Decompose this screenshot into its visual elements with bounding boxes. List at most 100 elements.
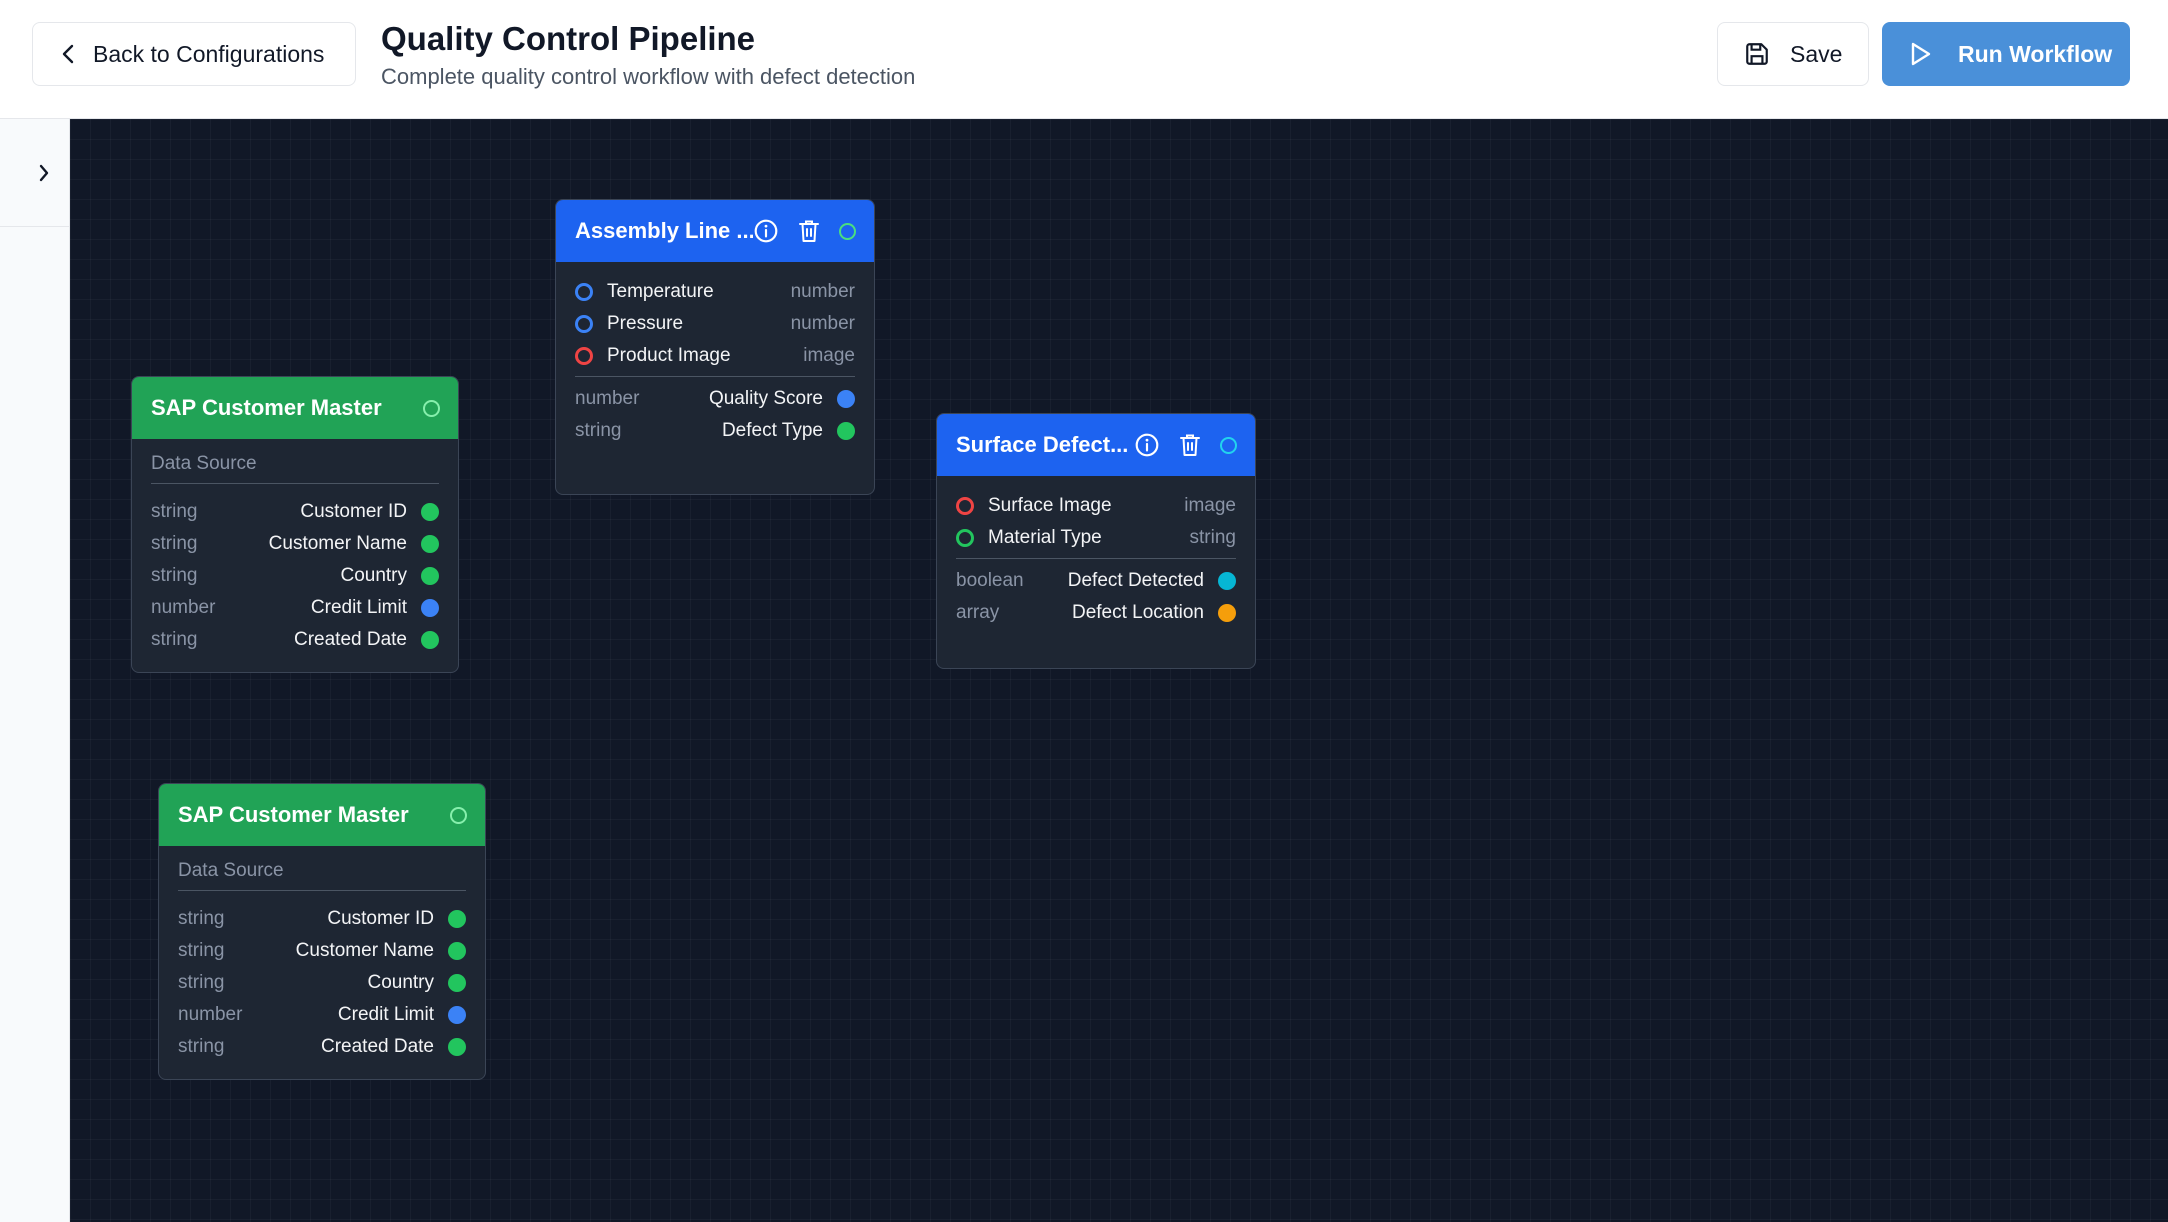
port-label: Created Date [320, 1036, 434, 1057]
output-port-handle[interactable] [1218, 572, 1236, 590]
collapsed-sidebar [0, 119, 70, 1222]
port-label: Credit Limit [310, 597, 407, 618]
page-subtitle: Complete quality control workflow with d… [381, 64, 916, 89]
port-type: number [151, 597, 216, 618]
port-label: Customer ID [327, 908, 434, 929]
output-port-handle[interactable] [448, 1038, 466, 1056]
trash-icon[interactable] [797, 218, 821, 244]
input-port-handle[interactable] [575, 315, 593, 333]
back-to-configurations-button[interactable]: Back to Configurations [32, 22, 356, 86]
save-button[interactable]: Save [1717, 22, 1869, 86]
chevron-right-icon [39, 164, 49, 182]
info-icon[interactable] [1134, 432, 1160, 458]
input-port-handle[interactable] [956, 497, 974, 515]
input-port-row: Pressure number [575, 308, 855, 340]
output-port-handle[interactable] [421, 535, 439, 553]
save-icon [1746, 43, 1768, 65]
port-label: Defect Location [1071, 602, 1204, 623]
port-type: string [178, 940, 225, 961]
output-port-row: string Customer ID [178, 903, 466, 935]
port-label: Product Image [607, 345, 731, 366]
port-label: Credit Limit [337, 1004, 434, 1025]
node-title: Surface Defect... [956, 432, 1129, 457]
output-port-handle[interactable] [837, 390, 855, 408]
output-port-handle[interactable] [837, 422, 855, 440]
port-type: string [151, 565, 198, 586]
output-port-row: string Customer Name [151, 528, 439, 560]
output-port-handle[interactable] [448, 1006, 466, 1024]
node-header[interactable]: Surface Defect... [937, 414, 1255, 476]
output-port-row: string Defect Type [575, 415, 855, 447]
output-port-handle[interactable] [448, 910, 466, 928]
port-label: Defect Detected [1067, 570, 1204, 591]
node-header[interactable]: SAP Customer Master [159, 784, 485, 846]
port-type: number [790, 281, 855, 302]
info-icon[interactable] [753, 218, 779, 244]
output-port-row: number Credit Limit [178, 999, 466, 1031]
node-category: Data Source [178, 860, 466, 891]
port-type: string [178, 1036, 225, 1057]
output-port-handle[interactable] [421, 631, 439, 649]
status-indicator-icon [423, 399, 440, 417]
port-label: Customer ID [300, 501, 407, 522]
port-type: array [956, 602, 1000, 623]
output-port-row: string Customer Name [178, 935, 466, 967]
port-type: image [1184, 495, 1236, 516]
output-port-handle[interactable] [421, 503, 439, 521]
port-divider [956, 558, 1236, 559]
input-port-handle[interactable] [575, 283, 593, 301]
port-type: string [178, 908, 225, 929]
port-divider [575, 376, 855, 377]
node-surface-defect[interactable]: Surface Defect... Surface Image image Ma… [936, 413, 1256, 669]
output-port-row: string Created Date [178, 1031, 466, 1063]
port-label: Created Date [293, 629, 407, 650]
port-type: string [151, 533, 198, 554]
port-label: Temperature [607, 281, 714, 302]
input-port-handle[interactable] [575, 347, 593, 365]
node-title: Assembly Line ... [575, 218, 753, 243]
output-port-row: string Created Date [151, 624, 439, 656]
status-indicator-icon [450, 806, 467, 824]
port-type: number [178, 1004, 243, 1025]
save-button-label: Save [1790, 40, 1843, 67]
port-label: Customer Name [268, 533, 407, 554]
back-button-label: Back to Configurations [93, 40, 325, 67]
port-type: boolean [956, 570, 1024, 591]
chevron-left-icon [62, 44, 74, 64]
output-port-handle[interactable] [448, 942, 466, 960]
node-sap-customer-master[interactable]: SAP Customer Master Data Source string C… [158, 783, 486, 1080]
trash-icon[interactable] [1178, 432, 1202, 458]
port-type: image [803, 345, 855, 366]
node-sap-customer-master[interactable]: SAP Customer Master Data Source string C… [131, 376, 459, 673]
port-label: Quality Score [708, 388, 823, 409]
port-type: string [151, 629, 198, 650]
output-port-row: array Defect Location [956, 597, 1236, 629]
port-type: string [575, 420, 622, 441]
output-port-handle[interactable] [421, 567, 439, 585]
port-label: Pressure [607, 313, 684, 334]
input-port-handle[interactable] [956, 529, 974, 547]
port-type: number [575, 388, 640, 409]
output-port-row: number Credit Limit [151, 592, 439, 624]
port-type: number [790, 313, 855, 334]
input-port-row: Surface Image image [956, 490, 1236, 522]
output-port-row: number Quality Score [575, 383, 855, 415]
output-port-row: string Country [151, 560, 439, 592]
node-title: SAP Customer Master [151, 395, 382, 420]
play-icon [1911, 42, 1931, 66]
output-port-handle[interactable] [448, 974, 466, 992]
run-workflow-button[interactable]: Run Workflow [1882, 22, 2130, 86]
sidebar-toggle-button[interactable] [38, 163, 50, 188]
node-header[interactable]: SAP Customer Master [132, 377, 458, 439]
top-header: Back to Configurations Quality Control P… [0, 0, 2168, 119]
output-port-handle[interactable] [1218, 604, 1236, 622]
port-label: Customer Name [295, 940, 434, 961]
node-assembly-line[interactable]: Assembly Line ... Temperature number Pre… [555, 199, 875, 495]
port-type: string [1189, 527, 1236, 548]
port-type: string [151, 501, 198, 522]
output-port-handle[interactable] [421, 599, 439, 617]
output-port-row: boolean Defect Detected [956, 565, 1236, 597]
port-label: Defect Type [721, 420, 823, 441]
node-header[interactable]: Assembly Line ... [556, 200, 874, 262]
input-port-row: Material Type string [956, 522, 1236, 554]
